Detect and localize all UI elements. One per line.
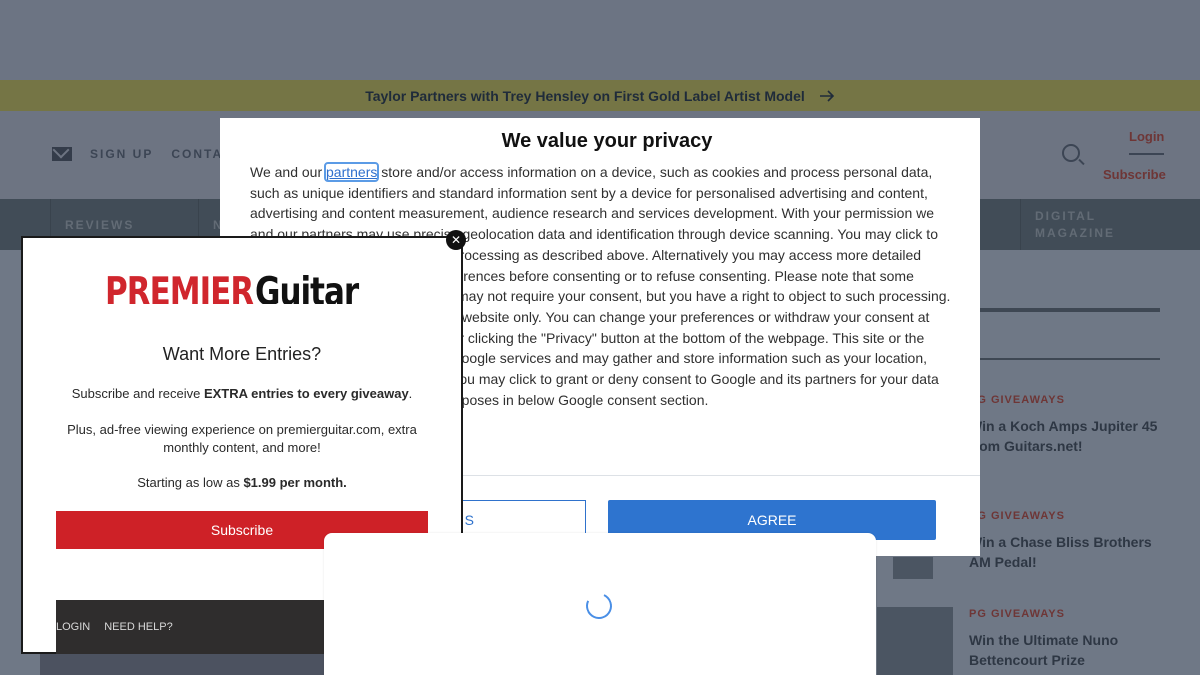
nav-item-digital-magazine[interactable]: DIGITAL MAGAZINE	[1020, 199, 1200, 250]
modal-offer-text: Subscribe and receive EXTRA entries to e…	[23, 386, 461, 401]
story-title[interactable]: Win a Chase Bliss Brothers AM Pedal!	[969, 532, 1169, 572]
need-help-link[interactable]: NEED HELP?	[104, 621, 172, 633]
close-icon[interactable]: ✕	[446, 230, 466, 250]
modal-footer: LOGIN NEED HELP?	[56, 600, 356, 654]
price-text-part: Starting as low as	[137, 475, 244, 490]
story-thumbnail[interactable]	[893, 557, 933, 579]
announcement-text[interactable]: Taylor Partners with Trey Hensley on Fir…	[365, 88, 805, 104]
story-category: PG GIVEAWAYS	[969, 608, 1065, 620]
page-top-area	[0, 0, 1200, 80]
arrow-right-icon	[819, 89, 834, 102]
partners-link[interactable]: partners	[324, 162, 380, 182]
offer-text-part: .	[408, 386, 413, 401]
offer-text-bold: EXTRA entries to every giveaway	[203, 386, 409, 401]
login-link[interactable]: Login	[1129, 129, 1165, 155]
story-title[interactable]: Win a Koch Amps Jupiter 45 from Guitars.…	[969, 416, 1169, 456]
loading-panel	[324, 533, 876, 675]
story-category: PG GIVEAWAYS	[969, 510, 1065, 522]
mail-icon	[52, 147, 72, 161]
story-title[interactable]: Win the Ultimate Nuno Bettencourt Prize	[969, 630, 1169, 670]
sidebar-divider	[978, 358, 1160, 360]
story-category: PG GIVEAWAYS	[969, 394, 1065, 406]
modal-benefits-text: Plus, ad-free viewing experience on prem…	[67, 422, 417, 455]
modal-heading: Want More Entries?	[162, 344, 322, 364]
consent-title: We value your privacy	[501, 130, 713, 152]
sidebar-story[interactable]: PG GIVEAWAYS Win a Koch Amps Jupiter 45 …	[969, 394, 1169, 456]
subscribe-link[interactable]: Subscribe	[1103, 167, 1166, 182]
loading-spinner-icon	[582, 589, 616, 623]
price-text-bold: $1.99 per month.	[243, 475, 347, 490]
sidebar-story[interactable]: PG GIVEAWAYS Win the Ultimate Nuno Bette…	[969, 608, 1169, 670]
story-thumbnail[interactable]	[877, 607, 953, 675]
consent-text-part: We and our	[250, 164, 327, 180]
premier-guitar-logo: PREMIER Guitar	[105, 262, 375, 304]
sidebar-divider	[978, 308, 1160, 312]
logo-word-guitar: Guitar	[255, 270, 359, 304]
announcement-bar[interactable]: Taylor Partners with Trey Hensley on Fir…	[0, 80, 1200, 111]
nav-item-label: REVIEWS	[65, 217, 135, 232]
search-icon[interactable]	[1062, 144, 1080, 162]
sidebar-story[interactable]: PG GIVEAWAYS Win a Chase Bliss Brothers …	[969, 510, 1169, 572]
sign-up-link[interactable]: SIGN UP	[90, 147, 153, 161]
offer-text-part: Subscribe and receive	[71, 386, 204, 401]
nav-item-label: DIGITAL MAGAZINE	[1035, 208, 1115, 240]
modal-price-text: Starting as low as $1.99 per month.	[23, 475, 461, 490]
login-link[interactable]: LOGIN	[56, 621, 90, 633]
logo-word-premier: PREMIER	[105, 270, 254, 304]
